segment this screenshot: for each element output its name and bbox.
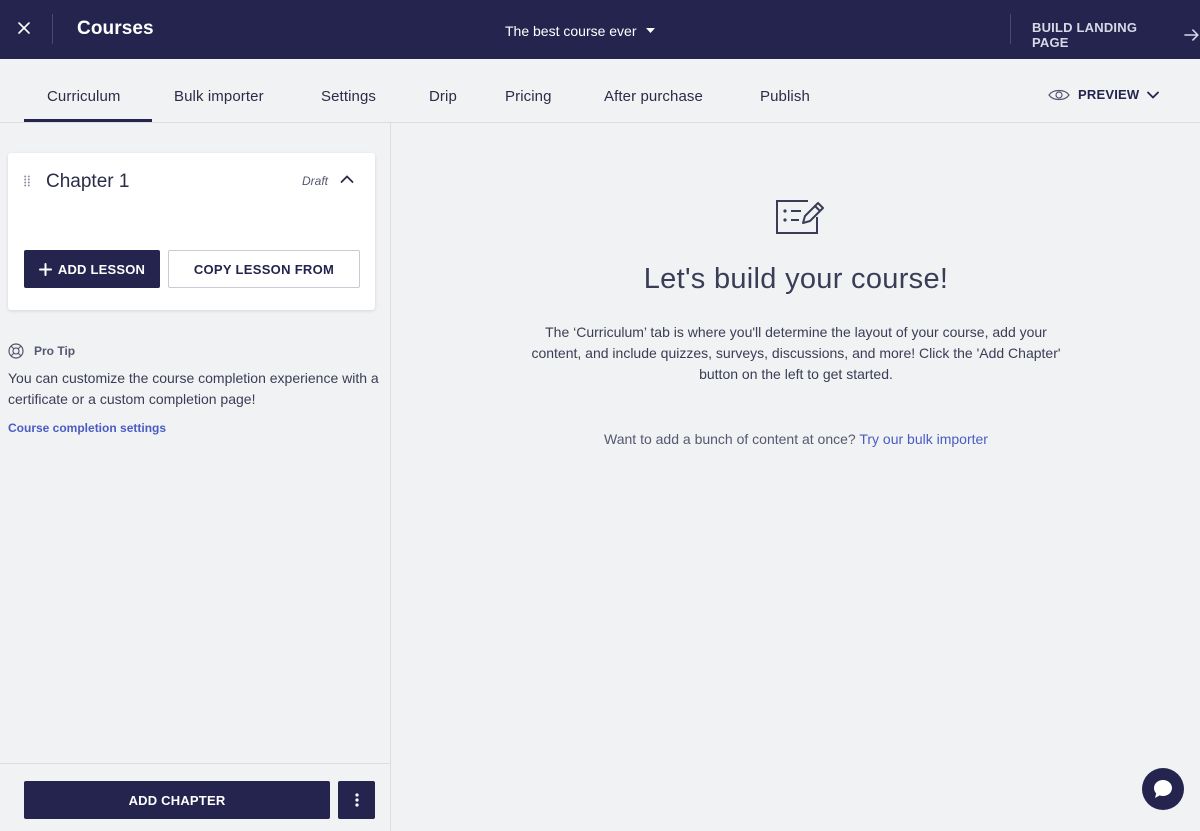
active-tab-indicator: [24, 119, 152, 122]
chevron-up-icon[interactable]: [340, 174, 354, 184]
close-icon[interactable]: [10, 14, 38, 42]
divider: [52, 14, 53, 44]
pro-tip-label: Pro Tip: [34, 344, 76, 358]
sidebar-footer: ADD CHAPTER: [0, 763, 390, 831]
chevron-down-icon: [1147, 91, 1160, 99]
page-title: Courses: [77, 18, 154, 39]
edit-list-icon: [776, 200, 824, 234]
course-selector[interactable]: The best course ever: [505, 23, 655, 39]
chapter-title[interactable]: Chapter 1: [46, 171, 129, 193]
more-options-button[interactable]: [338, 781, 375, 819]
bulk-import-text: Want to add a bunch of content at once?: [604, 431, 856, 447]
course-selector-label: The best course ever: [505, 23, 637, 39]
eye-icon: [1048, 89, 1070, 100]
tab-pricing[interactable]: Pricing: [505, 88, 552, 105]
bulk-importer-link[interactable]: Try our bulk importer: [859, 431, 988, 447]
tab-after-purchase[interactable]: After purchase: [604, 88, 703, 105]
main-empty-state: Let's build your course! The ‘Curriculum…: [392, 123, 1200, 831]
bulk-import-prompt: Want to add a bunch of content at once? …: [392, 431, 1200, 447]
chat-bubble-icon: [1154, 780, 1172, 798]
tab-bar: Curriculum Bulk importer Settings Drip P…: [0, 59, 1200, 123]
caret-down-icon: [645, 28, 655, 33]
empty-state-heading: Let's build your course!: [643, 263, 949, 295]
pro-tip-text: You can customize the course completion …: [8, 370, 379, 407]
lifebuoy-icon: [8, 343, 24, 359]
build-landing-page-label: BUILD LANDING PAGE: [1032, 20, 1138, 50]
curriculum-sidebar: Chapter 1 Draft ADD LESSON COPY LESSON F…: [0, 123, 391, 831]
chapter-status-badge: Draft: [302, 174, 329, 188]
copy-lesson-from-button[interactable]: COPY LESSON FROM: [168, 250, 360, 288]
preview-button[interactable]: PREVIEW: [1048, 87, 1160, 102]
tab-settings[interactable]: Settings: [321, 88, 376, 105]
chat-button[interactable]: [1142, 768, 1184, 810]
empty-state-description: The ‘Curriculum’ tab is where you'll det…: [531, 324, 1061, 382]
tab-curriculum[interactable]: Curriculum: [47, 88, 121, 105]
build-landing-page-button[interactable]: BUILD LANDING PAGE: [1032, 20, 1200, 50]
add-lesson-label: ADD LESSON: [57, 261, 146, 277]
chapter-card: Chapter 1 Draft ADD LESSON COPY LESSON F…: [8, 153, 375, 310]
kebab-menu-icon: [354, 793, 359, 807]
tab-publish[interactable]: Publish: [760, 88, 810, 105]
divider: [1010, 14, 1011, 44]
top-bar: Courses The best course ever BUILD LANDI…: [0, 0, 1200, 59]
tab-drip[interactable]: Drip: [429, 88, 457, 105]
course-completion-settings-link[interactable]: Course completion settings: [8, 421, 166, 435]
add-chapter-button[interactable]: ADD CHAPTER: [24, 781, 330, 819]
drag-handle-icon[interactable]: [24, 175, 30, 187]
plus-icon: [38, 262, 52, 276]
arrow-right-icon: [1184, 29, 1199, 41]
pro-tip-header: Pro Tip: [8, 343, 75, 359]
add-lesson-button[interactable]: ADD LESSON: [24, 250, 160, 288]
preview-label: PREVIEW: [1078, 87, 1140, 102]
tab-bulk-importer[interactable]: Bulk importer: [174, 88, 264, 105]
